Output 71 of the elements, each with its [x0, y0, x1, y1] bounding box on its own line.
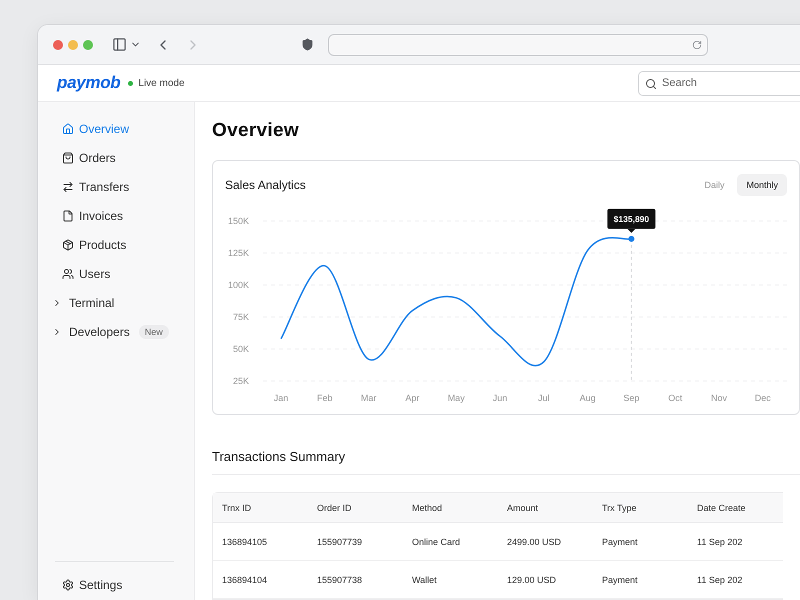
axis-label: Feb: [317, 393, 333, 403]
column-header: Amount: [498, 493, 593, 523]
column-header: Trnx ID: [213, 493, 308, 523]
axis-label: 125K: [228, 248, 249, 258]
maximize-icon[interactable]: [83, 40, 93, 50]
column-header: Method: [403, 493, 498, 523]
period-tab[interactable]: Monthly: [737, 174, 787, 196]
section-title: Transactions Summary: [212, 449, 800, 475]
axis-label: May: [448, 393, 465, 403]
sidebar-item[interactable]: Users: [38, 259, 194, 288]
axis-label: Apr: [405, 393, 420, 403]
table-cell: 129.00 USD: [498, 561, 593, 599]
axis-label: 50K: [232, 344, 249, 354]
annotation: $135,890: [614, 214, 650, 224]
sidebar-item[interactable]: Developers New: [38, 317, 194, 346]
file-icon: [62, 210, 74, 222]
table-cell: 155907739: [308, 523, 403, 561]
axis-label: Oct: [668, 393, 682, 403]
arrows-icon: [62, 180, 74, 192]
table-cell: 136894105: [213, 523, 308, 561]
axis-label: Aug: [580, 393, 596, 403]
close-icon[interactable]: [53, 40, 63, 50]
axis-label: 25K: [232, 376, 249, 386]
table-cell: 136894104: [213, 561, 308, 599]
sidebar-item[interactable]: Overview: [38, 114, 194, 143]
axis-label: Dec: [754, 393, 771, 403]
address-field[interactable]: [328, 34, 708, 56]
card-title: Sales Analytics: [225, 178, 306, 192]
new-badge: New: [138, 324, 169, 338]
sidebar-icon[interactable]: [112, 37, 127, 52]
axis-label: Jun: [492, 393, 508, 403]
settings-icon: [62, 579, 74, 591]
shield-icon[interactable]: [301, 38, 314, 51]
table-cell: 155907738: [308, 561, 403, 599]
axis-label: Sep: [623, 393, 640, 403]
table-cell: Payment: [593, 523, 688, 561]
column-header: Trx Type: [593, 493, 688, 523]
mode-label: Live mode: [138, 78, 185, 88]
table-cell: Online Card: [403, 523, 498, 561]
box-icon: [62, 238, 74, 250]
table-cell: 11 Sep 202: [688, 523, 783, 561]
column-header: Order ID: [308, 493, 403, 523]
axis-label: Jul: [538, 393, 550, 403]
axis-label: Nov: [711, 393, 727, 403]
table-cell: 11 Sep 202: [688, 561, 783, 599]
axis-label: 75K: [232, 312, 249, 322]
table-cell: Wallet: [403, 561, 498, 599]
sidebar-item[interactable]: Products: [38, 230, 194, 259]
search-icon: [645, 78, 657, 90]
data-point: [628, 236, 634, 242]
sidebar-item[interactable]: Terminal: [38, 288, 194, 317]
reload-icon[interactable]: [692, 40, 702, 50]
minimize-icon[interactable]: [68, 40, 78, 50]
axis-label: Mar: [360, 393, 376, 403]
axis-label: 100K: [228, 280, 249, 290]
users-icon: [62, 268, 74, 280]
column-header: Date Create: [688, 493, 783, 523]
search-field[interactable]: Search: [638, 70, 800, 96]
sidebar-item[interactable]: Transfers: [38, 172, 194, 201]
home-icon: [62, 122, 74, 134]
table-cell: Payment: [593, 561, 688, 599]
table-cell: 2499.00 USD: [498, 523, 593, 561]
page-title: Overview: [212, 120, 300, 142]
axis-label: 150K: [228, 216, 249, 226]
sidebar-item[interactable]: Invoices: [38, 201, 194, 230]
sidebar-item[interactable]: Orders: [38, 143, 194, 172]
settings-link[interactable]: Settings: [62, 575, 174, 595]
tooltip: $135,890: [607, 208, 656, 233]
logo: paymob: [57, 73, 120, 93]
axis-label: Jan: [274, 393, 288, 403]
bag-icon: [62, 152, 74, 164]
